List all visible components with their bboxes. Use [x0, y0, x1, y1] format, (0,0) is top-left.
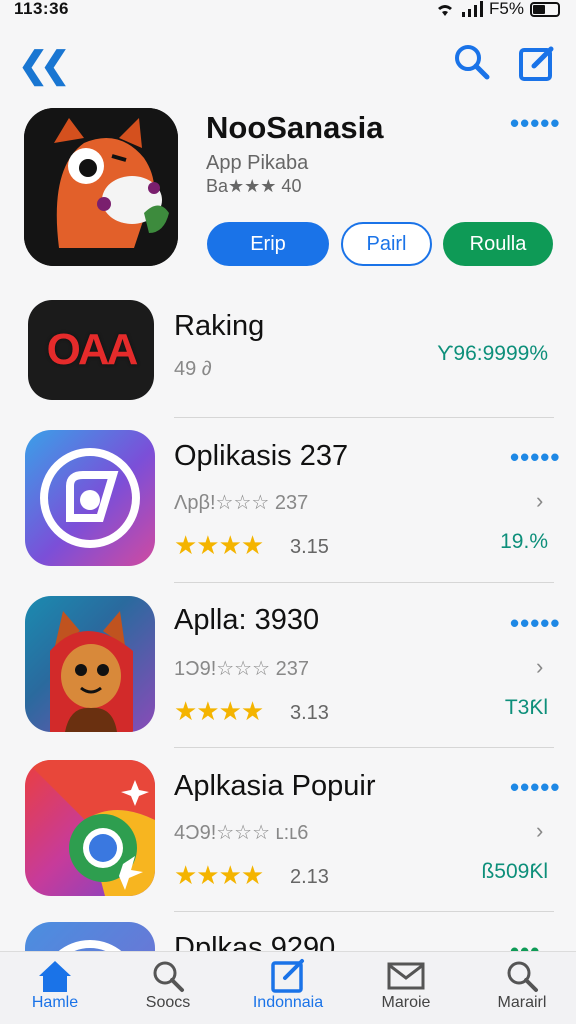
featured-app: NooSanasia App Pikaba Ba★★★ 40 ••••• Eri…: [0, 108, 576, 278]
green-action-button[interactable]: Roulla: [443, 222, 553, 266]
tab-bar: Hamle Soocs Indonnaia Maroie Marairl: [0, 951, 576, 1024]
tab-label: Marairl: [497, 994, 547, 1011]
app-subtitle: 1Ɔ9!☆☆☆ 237: [174, 658, 309, 680]
rating-value: 3.13: [290, 702, 329, 724]
rating-value: 3.15: [290, 536, 329, 558]
featured-app-icon[interactable]: [24, 108, 178, 266]
list-item[interactable]: Dplkas 9290 •••: [0, 922, 576, 952]
tab-home[interactable]: Hamle: [5, 958, 105, 1012]
tab-label: Hamle: [31, 994, 79, 1011]
app-value: Ƴ96:9999%: [437, 342, 548, 365]
app-value: T3Ƙl: [504, 696, 548, 719]
home-icon: [39, 961, 71, 992]
featured-app-rating: Ba★★★ 40: [206, 176, 302, 196]
wifi-icon: [438, 5, 453, 16]
more-options-icon[interactable]: •••••: [510, 110, 561, 136]
chevron-right-icon[interactable]: ›: [536, 488, 543, 514]
status-right: F5%: [435, 0, 560, 19]
app-icon: [25, 430, 155, 566]
secondary-action-button[interactable]: Pairl: [341, 222, 432, 266]
app-icon-logo-text: OAA: [46, 325, 139, 374]
mail-icon: [387, 962, 425, 990]
status-bar: 113:36 F5%: [0, 0, 576, 20]
app-value: ß509Ƙl: [481, 860, 548, 883]
app-title: Raking: [174, 310, 265, 342]
tab-label: Indonnaia: [252, 994, 324, 1011]
divider: [174, 747, 554, 748]
divider: [174, 582, 554, 583]
star-rating: ★★★★: [174, 696, 264, 726]
app-title: Dplkas 9290: [174, 932, 336, 952]
app-subtitle: 49 ∂: [174, 358, 212, 380]
app-title: Aplkasia Popuir: [174, 770, 376, 802]
tab-label: Soocs: [145, 994, 191, 1011]
list-item[interactable]: OAA Raking 49 ∂ Ƴ96:9999%: [0, 300, 576, 420]
list-item[interactable]: Aplkasia Popuir ••••• 4Ɔ9!☆☆☆ ʟ:ʟ6 › ★★★…: [0, 760, 576, 910]
signal-icon: [462, 1, 484, 17]
app-value: 19.%: [500, 530, 548, 553]
compose-icon: [271, 959, 304, 993]
featured-app-title: NooSanasia: [206, 110, 384, 145]
compose-icon[interactable]: [518, 44, 556, 82]
search-icon: [153, 961, 184, 992]
app-subtitle: Ʌpβ!☆☆☆ 237: [174, 492, 309, 514]
chevron-right-icon[interactable]: ›: [536, 818, 543, 844]
list-item[interactable]: Oplikasis 237 ••••• Ʌpβ!☆☆☆ 237 › ★★★★ 3…: [0, 430, 576, 580]
battery-percent: F5%: [489, 0, 524, 18]
chevron-double-left-icon[interactable]: ❮❮: [18, 44, 70, 86]
primary-action-button[interactable]: Erip: [207, 222, 329, 266]
tab-search[interactable]: Soocs: [118, 958, 218, 1012]
tab-search-2[interactable]: Marairl: [472, 958, 572, 1012]
chevron-right-icon[interactable]: ›: [536, 654, 543, 680]
rating-value: 2.13: [290, 866, 329, 888]
top-nav: ❮❮: [0, 38, 576, 88]
status-time: 113:36: [14, 0, 69, 18]
tab-mail[interactable]: Maroie: [356, 958, 456, 1012]
app-icon: [25, 596, 155, 732]
battery-icon: [530, 1, 560, 17]
tab-compose[interactable]: Indonnaia: [238, 958, 338, 1012]
featured-app-subtitle: App Pikaba: [206, 152, 309, 174]
app-icon: [25, 922, 155, 952]
more-options-icon[interactable]: •••••: [510, 444, 561, 470]
app-title: Oplikasis 237: [174, 440, 349, 472]
divider: [174, 911, 554, 912]
divider: [174, 417, 554, 418]
tab-label: Maroie: [381, 994, 431, 1011]
star-rating: ★★★★: [174, 860, 264, 890]
star-rating: ★★★★: [174, 530, 264, 560]
app-subtitle: 4Ɔ9!☆☆☆ ʟ:ʟ6: [174, 822, 309, 844]
more-options-icon[interactable]: •••••: [510, 774, 561, 800]
app-title: Aplla: 3930: [174, 604, 320, 636]
more-options-icon[interactable]: •••••: [510, 610, 561, 636]
app-icon: [25, 760, 155, 896]
search-icon[interactable]: [452, 42, 492, 82]
list-item[interactable]: Aplla: 3930 ••••• 1Ɔ9!☆☆☆ 237 › ★★★★ 3.1…: [0, 596, 576, 746]
search-icon: [507, 961, 538, 992]
app-icon: OAA: [28, 300, 154, 400]
